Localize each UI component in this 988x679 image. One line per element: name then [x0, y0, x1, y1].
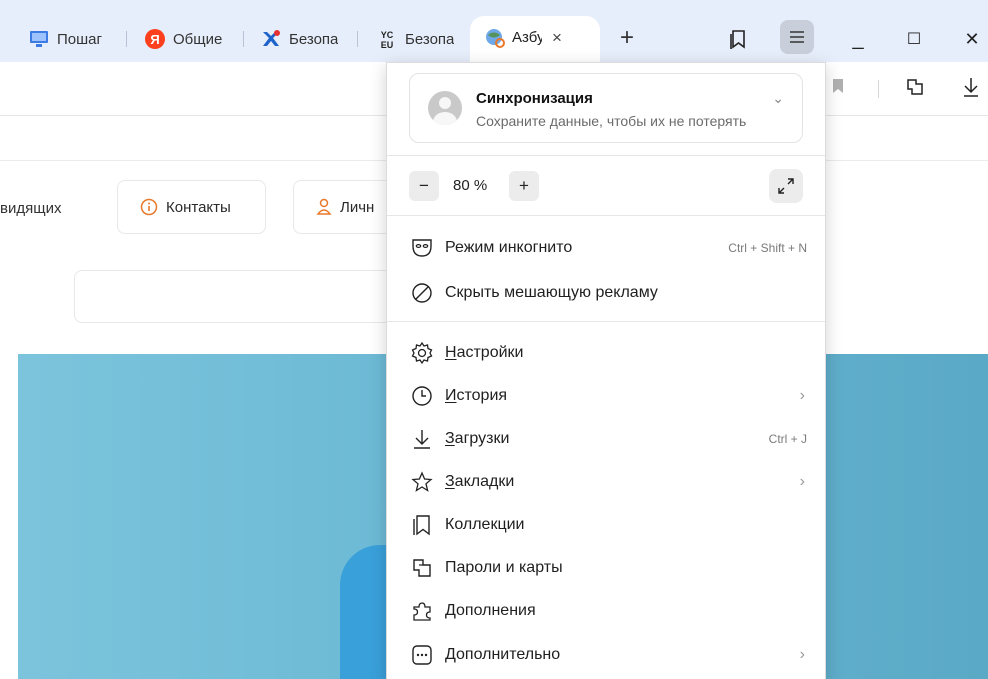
sync-title: Синхронизация: [476, 90, 593, 107]
tab-active-title: Азбу: [512, 29, 542, 46]
menu-item-bookmarks[interactable]: Закладки ›: [409, 465, 809, 499]
nav-item-partial[interactable]: видящих: [0, 200, 61, 217]
shortcut-label: Ctrl + J: [768, 432, 807, 446]
zoom-level: 80 %: [453, 177, 488, 194]
download-icon: [409, 426, 435, 452]
tab-4-title: Безопа: [405, 30, 455, 48]
tab-2-title: Общие: [173, 30, 223, 48]
tab-3[interactable]: Безопа: [260, 27, 350, 51]
menu-item-incognito[interactable]: Режим инкогнито Ctrl + Shift + N: [409, 231, 809, 265]
menu-item-hide-ads[interactable]: Скрыть мешающую рекламу: [409, 276, 809, 310]
tab-2[interactable]: Я Общие: [144, 27, 236, 51]
menu-item-label: Пароли и карты: [445, 559, 563, 576]
collections-icon: [409, 512, 435, 538]
fullscreen-icon: [778, 178, 794, 194]
close-tab-icon[interactable]: ×: [552, 28, 562, 48]
tab-separator: [126, 31, 127, 47]
bookmark-icon[interactable]: [832, 78, 844, 100]
more-dots-icon: [409, 642, 435, 668]
menu-item-label: Скрыть мешающую рекламу: [445, 284, 658, 301]
menu-divider: [387, 321, 825, 322]
passwords-icon[interactable]: [904, 76, 926, 104]
downloads-icon[interactable]: [962, 76, 980, 104]
tab-active[interactable]: Азбу ×: [470, 16, 600, 62]
star-icon: [409, 469, 435, 495]
menu-item-label: Дополнительно: [445, 646, 561, 663]
nav-item-contacts[interactable]: Контакты: [117, 180, 266, 234]
gear-icon: [409, 340, 435, 366]
nav-item-contacts-label: Контакты: [166, 198, 231, 216]
tab-separator: [243, 31, 244, 47]
menu-item-label: Коллекции: [445, 516, 525, 533]
close-window-button[interactable]: ✕: [956, 24, 988, 54]
pc-monitor-icon: [28, 28, 50, 50]
tab-strip: Пошаг Я Общие Безопа YC EU Безопа Азбу ×…: [0, 0, 988, 62]
incognito-mask-icon: [409, 235, 435, 261]
svg-text:EU: EU: [381, 40, 394, 50]
svg-text:YC: YC: [381, 30, 394, 40]
svg-text:Я: Я: [150, 32, 159, 47]
menu-item-label: астройки: [456, 344, 524, 361]
puzzle-icon: [409, 598, 435, 624]
yandex-icon: Я: [144, 28, 166, 50]
menu-item-label-mnemonic: З: [445, 430, 455, 447]
menu-item-label: Дополнения: [445, 602, 536, 619]
browser-window: Пошаг Я Общие Безопа YC EU Безопа Азбу ×…: [0, 0, 988, 679]
tab-3-title: Безопа: [289, 30, 339, 48]
block-icon: [409, 280, 435, 306]
menu-divider: [387, 215, 825, 216]
passwords-cards-icon: [409, 555, 435, 581]
clock-icon: [409, 383, 435, 409]
tab-1-title: Пошаг: [57, 30, 102, 48]
avatar: [428, 91, 462, 125]
menu-item-settings[interactable]: Настройки: [409, 336, 809, 370]
menu-divider: [387, 155, 825, 156]
menu-item-label: агрузки: [454, 430, 510, 447]
menu-item-label-mnemonic: Н: [445, 344, 457, 361]
tab-separator: [357, 31, 358, 47]
menu-button[interactable]: [780, 20, 814, 54]
browser-menu: Синхронизация Сохраните данные, чтобы их…: [386, 62, 826, 679]
yc-logo-icon: YC EU: [376, 28, 398, 50]
shortcut-label: Ctrl + Shift + N: [728, 241, 807, 255]
info-icon: [140, 198, 158, 216]
menu-item-label: стория: [456, 387, 508, 404]
toolbar-divider: [878, 80, 879, 98]
page-search-box[interactable]: [74, 270, 404, 323]
chevron-down-icon: ⌄: [772, 90, 784, 106]
menu-item-label-mnemonic: И: [445, 387, 457, 404]
menu-item-label: акладки: [454, 473, 515, 490]
tab-1[interactable]: Пошаг: [28, 27, 106, 51]
chevron-right-icon: ›: [799, 646, 805, 663]
menu-item-extensions[interactable]: Дополнения: [409, 594, 809, 628]
nav-item-personal-label: Личн: [340, 198, 375, 216]
sync-subtitle: Сохраните данные, чтобы их не потерять: [476, 113, 747, 129]
menu-item-collections[interactable]: Коллекции: [409, 508, 809, 542]
sync-card[interactable]: Синхронизация Сохраните данные, чтобы их…: [409, 73, 803, 143]
zoom-in-button[interactable]: +: [509, 171, 539, 201]
zoom-out-button[interactable]: −: [409, 171, 439, 201]
globe-search-icon: [484, 27, 506, 54]
maximize-button[interactable]: ☐: [898, 24, 930, 54]
user-icon: [316, 198, 332, 216]
new-tab-button[interactable]: +: [612, 24, 642, 54]
tab-4[interactable]: YC EU Безопа: [376, 27, 464, 51]
menu-item-label-mnemonic: З: [445, 473, 455, 490]
menu-item-label: Режим инкогнито: [445, 239, 573, 256]
fullscreen-button[interactable]: [769, 169, 803, 203]
puzzle-x-icon: [260, 28, 282, 50]
menu-item-more[interactable]: Дополнительно ›: [409, 638, 809, 672]
minimize-button[interactable]: _: [842, 24, 874, 54]
collections-icon[interactable]: [722, 24, 754, 54]
chevron-right-icon: ›: [799, 473, 805, 490]
menu-item-passwords[interactable]: Пароли и карты: [409, 551, 809, 585]
menu-item-history[interactable]: История ›: [409, 379, 809, 413]
menu-item-downloads[interactable]: Загрузки Ctrl + J: [409, 422, 809, 456]
chevron-right-icon: ›: [799, 387, 805, 404]
